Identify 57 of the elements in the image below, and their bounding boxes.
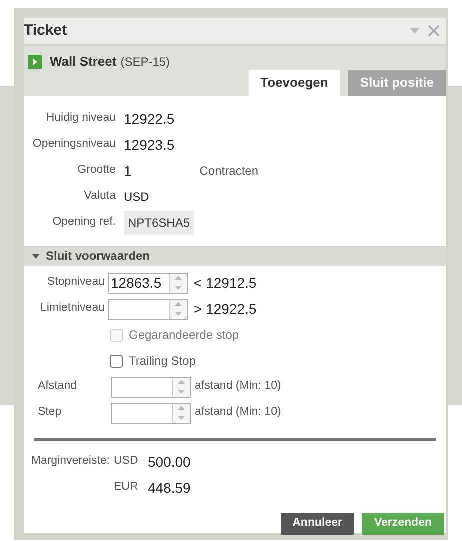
- spin-up-button[interactable]: [173, 378, 190, 387]
- down-arrow-icon: [178, 416, 185, 420]
- down-arrow-icon: [175, 286, 182, 290]
- field-label: Afstand: [37, 379, 78, 394]
- instrument-name: Wall Street: [50, 53, 117, 71]
- margin-value: 500.00: [148, 452, 191, 472]
- unit-label: Contracten: [200, 163, 258, 180]
- currency-label: USD: [114, 454, 140, 470]
- field-value: USD: [124, 189, 150, 206]
- number-input[interactable]: 12863.5: [109, 274, 169, 292]
- limit-value: > 12922.5: [194, 300, 257, 318]
- spin-down-button[interactable]: [173, 413, 190, 422]
- checkbox[interactable]: [110, 354, 123, 368]
- dropdown-icon[interactable]: [410, 28, 420, 34]
- spin-up-button[interactable]: [170, 300, 187, 309]
- field-label: Grootte: [76, 163, 117, 178]
- field-label: Opening ref.: [52, 215, 117, 230]
- spin-down-button[interactable]: [170, 283, 187, 292]
- up-arrow-icon: [175, 276, 182, 280]
- spin-up-button[interactable]: [173, 404, 190, 413]
- margin-label: Marginvereiste:: [30, 454, 111, 470]
- caret-icon[interactable]: [32, 254, 40, 258]
- field-label: Huidig niveau: [45, 111, 117, 126]
- hint-text: afstand (Min: 10): [195, 379, 282, 394]
- spin-down-button[interactable]: [170, 309, 187, 318]
- spin-down-button[interactable]: [173, 387, 190, 396]
- cancel-button[interactable]: Annuleer: [280, 513, 354, 535]
- field-label: Openingsniveau: [32, 137, 117, 152]
- tab[interactable]: Toevoegen: [248, 70, 340, 96]
- hint-text: afstand (Min: 10): [195, 405, 282, 420]
- down-arrow-icon: [175, 312, 182, 316]
- up-arrow-icon: [178, 406, 185, 410]
- down-arrow-icon: [178, 390, 185, 394]
- field-label: Valuta: [83, 189, 117, 204]
- window-title: Ticket: [24, 20, 68, 41]
- number-field[interactable]: [111, 402, 191, 424]
- field-value: 12923.5: [124, 136, 175, 154]
- number-field[interactable]: [111, 376, 191, 398]
- up-arrow-icon: [175, 302, 182, 306]
- field-label: Step: [37, 405, 63, 420]
- field-value: 12922.5: [124, 110, 175, 128]
- currency-label: EUR: [114, 480, 140, 496]
- checkbox-label: Gegarandeerde stop: [129, 327, 240, 344]
- close-icon[interactable]: [428, 25, 440, 37]
- up-arrow-icon: [178, 380, 185, 384]
- spin-up-button[interactable]: [170, 274, 187, 283]
- margin-value: 448.59: [148, 478, 191, 498]
- number-field[interactable]: [108, 298, 188, 320]
- number-field[interactable]: 12863.5: [108, 272, 188, 294]
- checkbox-label: Trailing Stop: [129, 353, 196, 370]
- limit-value: < 12912.5: [194, 274, 257, 292]
- instrument-expiry: (SEP-15): [120, 54, 170, 71]
- field-label: Limietniveau: [39, 301, 106, 316]
- reference-value: NPT6SHA5: [124, 211, 194, 235]
- field-label: Stopniveau: [46, 275, 106, 290]
- play-icon[interactable]: [28, 54, 42, 69]
- field-value: 1: [124, 162, 132, 180]
